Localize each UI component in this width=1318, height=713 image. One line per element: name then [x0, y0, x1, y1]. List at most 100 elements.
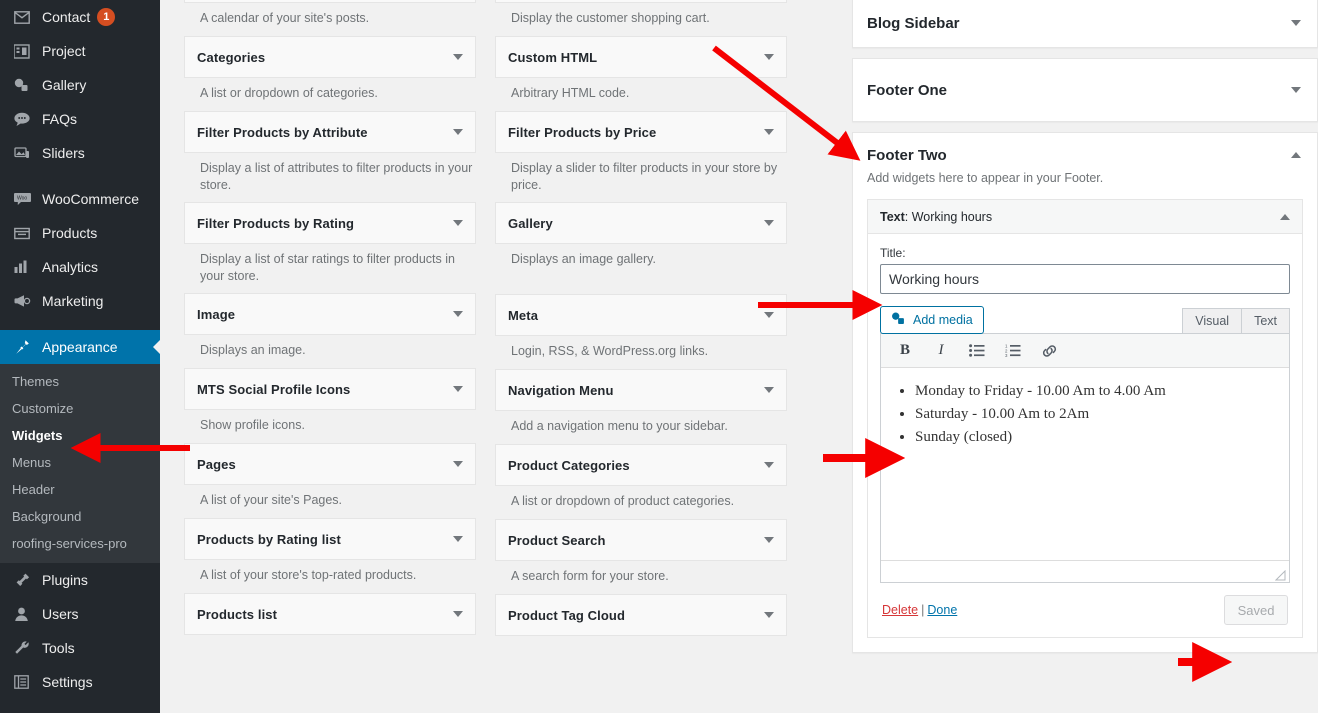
widget-box-custom-html[interactable]: Custom HTML: [495, 36, 787, 78]
widget-box-image[interactable]: Image: [184, 293, 476, 335]
add-media-label: Add media: [913, 313, 973, 327]
sidebar-item-products[interactable]: Products: [0, 216, 160, 250]
sidebar-item-header[interactable]: Header: [0, 476, 160, 503]
sidebar-item-roofing-services-pro[interactable]: roofing-services-pro: [0, 530, 160, 557]
sidebar-item-project[interactable]: Project: [0, 34, 160, 68]
admin-sidebar: Contact 1 Project Gallery FAQs Sliders W…: [0, 0, 160, 713]
sidebar-item-menus[interactable]: Menus: [0, 449, 160, 476]
widget-description: Show profile icons.: [200, 418, 305, 432]
panel-header[interactable]: Footer Two: [853, 133, 1317, 177]
chevron-down-icon[interactable]: [453, 220, 463, 226]
chevron-down-icon[interactable]: [764, 54, 774, 60]
sidebar-item-background[interactable]: Background: [0, 503, 160, 530]
widget-body: Title: Add media: [868, 234, 1302, 637]
widget-box-meta[interactable]: Meta: [495, 294, 787, 336]
chevron-down-icon[interactable]: [764, 462, 774, 468]
widget-header[interactable]: Text : Working hours: [868, 200, 1302, 234]
chevron-down-icon[interactable]: [764, 312, 774, 318]
editor-content[interactable]: Monday to Friday - 10.00 Am to 4.00 Am S…: [881, 368, 1289, 560]
panel-title: Blog Sidebar: [867, 14, 960, 32]
bullet-list-icon[interactable]: [967, 341, 987, 361]
panel-header[interactable]: Footer One: [853, 59, 1317, 121]
widget-box-product-tag-cloud[interactable]: Product Tag Cloud: [495, 594, 787, 636]
widget-description: A list or dropdown of product categories…: [511, 494, 735, 508]
sidebar-item-widgets[interactable]: Widgets: [0, 422, 160, 449]
gallery-icon: [10, 75, 34, 95]
tools-icon: [10, 638, 34, 658]
italic-icon[interactable]: I: [931, 341, 951, 361]
widget-area-blog-sidebar[interactable]: Blog Sidebar: [852, 0, 1318, 48]
widget-area-footer-one[interactable]: Footer One: [852, 58, 1318, 122]
chevron-down-icon[interactable]: [453, 54, 463, 60]
chevron-down-icon[interactable]: [764, 129, 774, 135]
sidebar-item-marketing[interactable]: Marketing: [0, 284, 160, 318]
widget-title: Meta: [508, 307, 539, 323]
panel-header[interactable]: Blog Sidebar: [853, 0, 1317, 47]
widget-box-gallery[interactable]: Gallery: [495, 202, 787, 244]
chevron-down-icon[interactable]: [764, 537, 774, 543]
widget-box-filter-products-by-attribute[interactable]: Filter Products by Attribute: [184, 111, 476, 153]
chevron-down-icon[interactable]: [764, 387, 774, 393]
numbered-list-icon[interactable]: 1 2 3: [1003, 341, 1023, 361]
sidebar-item-settings[interactable]: Settings: [0, 665, 160, 699]
chevron-down-icon[interactable]: [1291, 87, 1301, 93]
sidebar-item-plugins[interactable]: Plugins: [0, 563, 160, 597]
widget-box-pages[interactable]: Pages: [184, 443, 476, 485]
widget-box-filter-products-by-price[interactable]: Filter Products by Price: [495, 111, 787, 153]
widget-box-filter-products-by-rating[interactable]: Filter Products by Rating: [184, 202, 476, 244]
chevron-down-icon[interactable]: [453, 386, 463, 392]
mail-icon: [10, 7, 34, 27]
chevron-up-icon[interactable]: [1280, 213, 1290, 220]
bold-icon[interactable]: B: [895, 341, 915, 361]
sidebar-item-customize[interactable]: Customize: [0, 395, 160, 422]
sidebar-item-label: WooCommerce: [42, 191, 139, 207]
sidebar-item-themes[interactable]: Themes: [0, 368, 160, 395]
sidebar-item-analytics[interactable]: Analytics: [0, 250, 160, 284]
widget-box-mts-social-profile-icons[interactable]: MTS Social Profile Icons: [184, 368, 476, 410]
sidebar-item-tools[interactable]: Tools: [0, 631, 160, 665]
sidebar-item-faqs[interactable]: FAQs: [0, 102, 160, 136]
sidebar-item-label: Users: [42, 606, 79, 622]
widget-box-navigation-menu[interactable]: Navigation Menu: [495, 369, 787, 411]
chevron-down-icon[interactable]: [453, 311, 463, 317]
woocommerce-icon: Woo: [10, 189, 34, 209]
tab-text[interactable]: Text: [1241, 308, 1290, 334]
widget-title: Filter Products by Attribute: [197, 124, 368, 140]
widget-title-input[interactable]: [880, 264, 1290, 294]
media-icon: [891, 312, 906, 329]
chevron-down-icon[interactable]: [453, 611, 463, 617]
chevron-down-icon[interactable]: [764, 220, 774, 226]
sidebar-item-appearance[interactable]: Appearance: [0, 330, 160, 364]
chevron-down-icon[interactable]: [453, 536, 463, 542]
widget-name-label: : Working hours: [904, 209, 993, 224]
widget-box-categories[interactable]: Categories: [184, 36, 476, 78]
widget-box-product-search[interactable]: Product Search: [495, 519, 787, 561]
add-media-button[interactable]: Add media: [880, 306, 984, 334]
widget-box-product-categories[interactable]: Product Categories: [495, 444, 787, 486]
project-icon: [10, 41, 34, 61]
widget-description: Login, RSS, & WordPress.org links.: [511, 344, 709, 358]
save-button[interactable]: Saved: [1224, 595, 1288, 625]
chevron-down-icon[interactable]: [453, 129, 463, 135]
chevron-down-icon[interactable]: [1291, 20, 1301, 26]
done-link[interactable]: Done: [927, 603, 957, 617]
tab-visual[interactable]: Visual: [1182, 308, 1242, 334]
chevron-down-icon[interactable]: [764, 612, 774, 618]
sidebar-item-gallery[interactable]: Gallery: [0, 68, 160, 102]
analytics-icon: [10, 257, 34, 277]
chevron-down-icon[interactable]: [453, 461, 463, 467]
widget-description: Add a navigation menu to your sidebar.: [511, 419, 728, 433]
delete-link[interactable]: Delete: [882, 603, 918, 617]
widget-box-products-list[interactable]: Products list: [184, 593, 476, 635]
sidebar-item-sliders[interactable]: Sliders: [0, 136, 160, 170]
widget-box-products-by-rating-list[interactable]: Products by Rating list: [184, 518, 476, 560]
sidebar-item-woocommerce[interactable]: Woo WooCommerce: [0, 182, 160, 216]
sidebar-item-users[interactable]: Users: [0, 597, 160, 631]
sidebar-item-contact[interactable]: Contact 1: [0, 0, 160, 34]
widget-text-working-hours: Text : Working hours Title: Working hour…: [867, 199, 1303, 638]
chevron-up-icon[interactable]: [1291, 152, 1301, 158]
status-badge: 1: [97, 8, 116, 26]
link-icon[interactable]: [1039, 341, 1059, 361]
widget-area-footer-two[interactable]: Footer Two Add widgets here to appear in…: [852, 132, 1318, 653]
resize-handle-icon[interactable]: [1274, 568, 1286, 581]
